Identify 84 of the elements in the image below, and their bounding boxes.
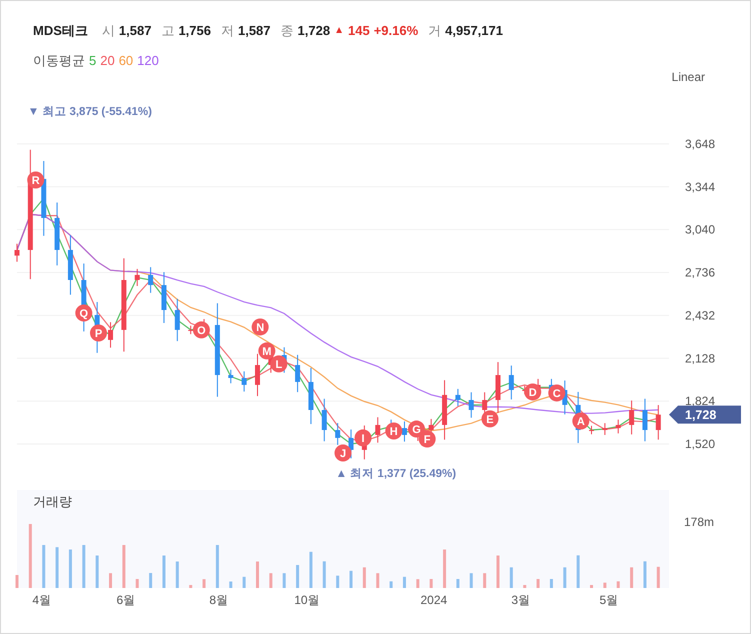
quote-value: 1,728	[298, 22, 330, 40]
signal-marker[interactable]: P	[90, 324, 107, 342]
candlestick	[54, 202, 60, 266]
quote-label: 시	[102, 22, 115, 40]
candlestick	[642, 398, 648, 442]
legend-title: 이동평균	[33, 52, 85, 70]
signal-marker[interactable]: R	[27, 172, 44, 189]
axis-label: 10월	[294, 593, 320, 607]
signal-marker[interactable]: A	[572, 412, 590, 430]
candlestick	[335, 422, 340, 446]
signal-marker[interactable]: M	[258, 342, 276, 360]
candlestick	[148, 266, 154, 294]
axis-label: 2,128	[684, 351, 715, 366]
change-amount: 145	[348, 22, 370, 40]
candlestick	[348, 429, 354, 459]
candlestick	[255, 353, 260, 397]
quote-value: 1,587	[118, 22, 152, 40]
signal-marker[interactable]: D	[524, 383, 542, 400]
candlestick	[508, 365, 514, 400]
candlestick	[656, 404, 661, 440]
candlestick	[496, 362, 500, 414]
candlestick	[108, 322, 114, 348]
candlestick	[188, 325, 194, 335]
axis-label: 3월	[511, 593, 530, 607]
candlestick	[455, 388, 460, 406]
axis-label: 2024	[420, 593, 448, 607]
candlestick	[174, 298, 180, 342]
axis-label: 5월	[600, 593, 618, 607]
candlestick	[242, 370, 247, 392]
candlestick	[134, 268, 140, 286]
signal-marker[interactable]: J	[334, 444, 352, 462]
up-arrow-icon: ▲	[334, 23, 344, 38]
signal-marker[interactable]: H	[385, 422, 402, 440]
candlestick	[589, 425, 594, 435]
signal-marker[interactable]: O	[192, 321, 210, 338]
axis-label: 1,520	[684, 437, 715, 451]
scale-label: Linear	[672, 70, 705, 84]
candlestick	[616, 419, 621, 434]
change-percent: +9.16%	[374, 22, 418, 40]
candlestick	[228, 369, 234, 384]
candlestick	[14, 243, 20, 262]
axis-label: 6월	[116, 593, 136, 607]
legend-item: 5	[89, 52, 96, 70]
axis-label: 8월	[209, 593, 228, 607]
signal-marker[interactable]: E	[481, 410, 498, 428]
candlestick	[161, 272, 166, 324]
volume-panel-title: 거래량	[33, 494, 72, 509]
axis-label: 2,432	[684, 308, 715, 322]
quote-value: 1,756	[178, 22, 211, 40]
quote-value: 1,587	[238, 22, 271, 40]
candlestick	[375, 416, 380, 444]
legend-item: 60	[118, 52, 134, 70]
candlestick	[402, 420, 407, 442]
candlestick	[442, 380, 448, 440]
candlestick	[629, 400, 634, 435]
signal-marker[interactable]: L	[270, 355, 288, 372]
signal-marker[interactable]: I	[354, 429, 372, 446]
high-price-label: ▼ 최고 3,875 (-55.41%)	[28, 106, 152, 118]
axis-label: 178m	[684, 515, 714, 529]
axis-label: 4월	[32, 593, 52, 607]
axis-label: 3,040	[684, 222, 715, 237]
candlestick	[468, 392, 474, 418]
candlestick	[295, 354, 300, 393]
signal-marker[interactable]: Q	[75, 304, 92, 322]
quote-value: 4,957,171	[445, 22, 503, 40]
axis-label: 3,648	[684, 136, 715, 151]
signal-marker[interactable]: C	[548, 384, 566, 402]
stock-name: MDS테크	[33, 22, 88, 40]
quote-label: 고	[161, 22, 174, 40]
quote-label: 종	[280, 22, 294, 40]
candlestick	[68, 234, 73, 296]
candlestick	[322, 398, 327, 442]
signal-marker[interactable]: N	[252, 318, 269, 336]
legend-item: 120	[137, 52, 159, 70]
axis-label: 3,344	[684, 180, 715, 194]
candlestick	[308, 367, 314, 425]
quote-label: 저	[220, 22, 234, 40]
low-price-label: ▲ 최저 1,377 (25.49%)	[336, 468, 456, 480]
current-price-tag: 1,728	[669, 406, 741, 424]
quote-label: 거	[428, 22, 442, 40]
legend-item: 20	[100, 52, 115, 70]
axis-label: 1,824	[684, 394, 715, 408]
candlestick	[602, 422, 608, 436]
axis-label: 2,736	[684, 266, 715, 280]
